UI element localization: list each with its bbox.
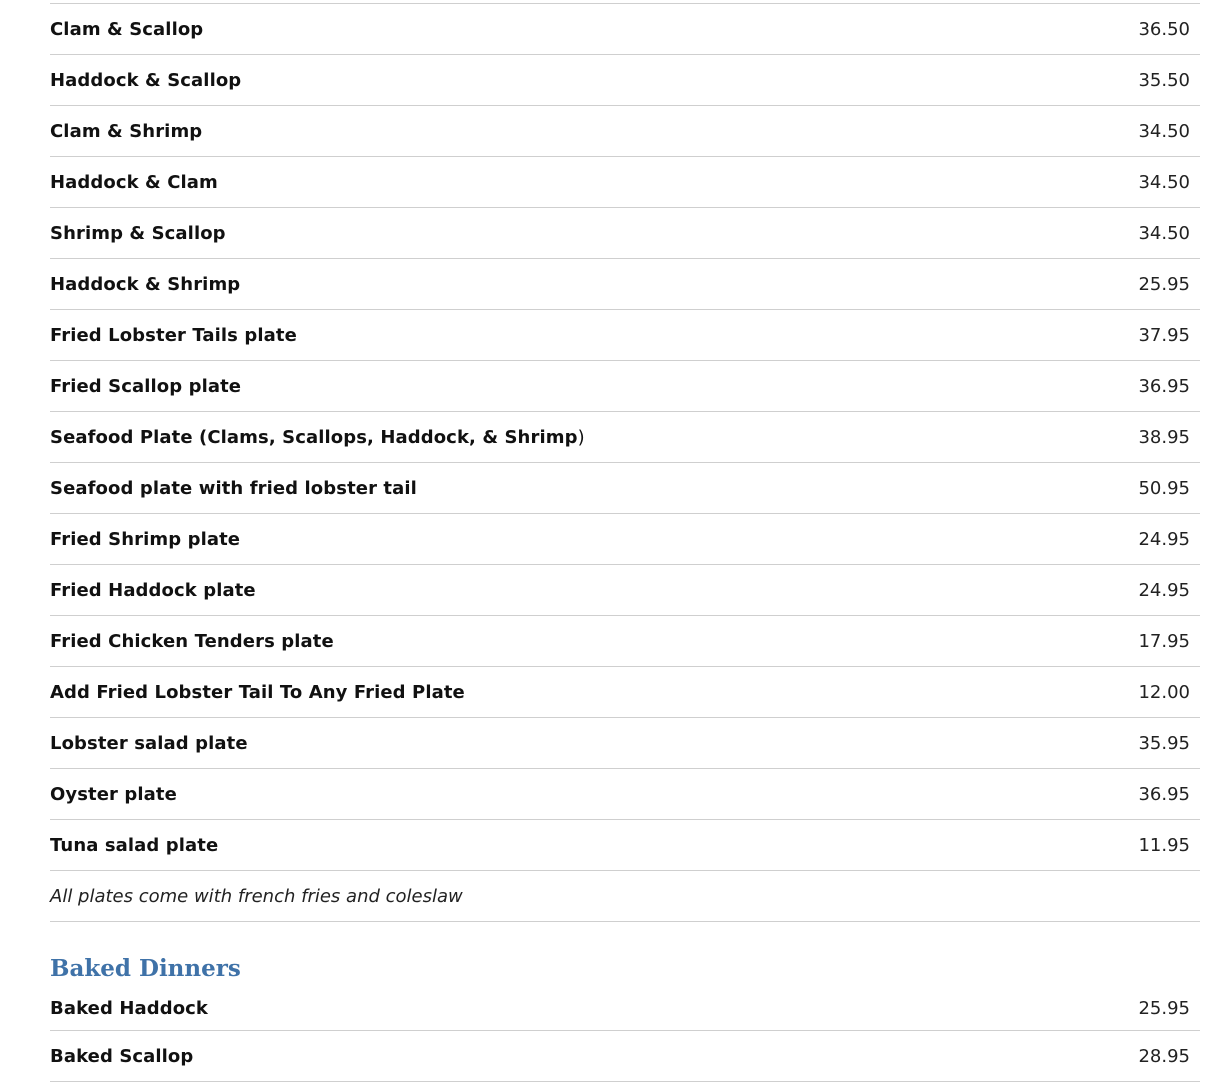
item-name: Oyster plate <box>50 783 177 805</box>
item-name: Seafood Plate (Clams, Scallops, Haddock,… <box>50 426 578 448</box>
item-price: 28.95 <box>1138 1045 1190 1067</box>
menu-item: Lobster salad plate 35.95 <box>50 718 1200 769</box>
baked-dinners-list: Baked Haddock 25.95 Baked Scallop 28.95 <box>50 986 1200 1082</box>
item-name: Fried Haddock plate <box>50 579 256 601</box>
menu-item: Fried Chicken Tenders plate 17.95 <box>50 616 1200 667</box>
item-name: Lobster salad plate <box>50 732 248 754</box>
item-name: Baked Haddock <box>50 997 209 1019</box>
menu-item: Oyster plate 36.95 <box>50 769 1200 820</box>
menu-item: Fried Shrimp plate 24.95 <box>50 514 1200 565</box>
item-price: 50.95 <box>1138 477 1190 499</box>
menu-item: Haddock & Shrimp 25.95 <box>50 259 1200 310</box>
menu-list: Clam & Scallop 36.50 Haddock & Scallop 3… <box>50 0 1200 1082</box>
item-name: Clam & Scallop <box>50 18 204 40</box>
menu-item: Baked Scallop 28.95 <box>50 1031 1200 1082</box>
menu-item: Haddock & Clam 34.50 <box>50 157 1200 208</box>
item-price: 38.95 <box>1138 426 1190 448</box>
item-name: Fried Shrimp plate <box>50 528 241 550</box>
item-price: 24.95 <box>1138 579 1190 601</box>
item-name-suffix: ) <box>577 426 585 448</box>
menu-item: Add Fried Lobster Tail To Any Fried Plat… <box>50 667 1200 718</box>
item-price: 36.50 <box>1138 18 1190 40</box>
item-price: 35.50 <box>1138 69 1190 91</box>
item-name: Tuna salad plate <box>50 834 219 856</box>
item-name: Seafood plate with fried lobster tail <box>50 477 417 499</box>
menu-item: Clam & Shrimp 34.50 <box>50 106 1200 157</box>
menu-item: Fried Haddock plate 24.95 <box>50 565 1200 616</box>
item-name: Haddock & Scallop <box>50 69 242 91</box>
menu-item: Baked Haddock 25.95 <box>50 986 1200 1031</box>
item-name-wrap: Seafood Plate (Clams, Scallops, Haddock,… <box>50 427 585 448</box>
item-price: 11.95 <box>1138 834 1190 856</box>
item-price: 25.95 <box>1138 273 1190 295</box>
item-price: 36.95 <box>1138 783 1190 805</box>
item-price: 34.50 <box>1138 222 1190 244</box>
menu-item: Clam & Scallop 36.50 <box>50 4 1200 55</box>
item-name: Baked Scallop <box>50 1045 194 1067</box>
section-title-baked-dinners: Baked Dinners <box>50 955 241 982</box>
item-name: Haddock & Shrimp <box>50 273 241 295</box>
item-name: Clam & Shrimp <box>50 120 203 142</box>
item-name: Add Fried Lobster Tail To Any Fried Plat… <box>50 681 465 703</box>
menu-item: Haddock & Scallop 35.50 <box>50 55 1200 106</box>
item-price: 24.95 <box>1138 528 1190 550</box>
plates-note: All plates come with french fries and co… <box>50 871 1200 922</box>
item-name: Fried Scallop plate <box>50 375 242 397</box>
menu-item: Seafood plate with fried lobster tail 50… <box>50 463 1200 514</box>
item-price: 35.95 <box>1138 732 1190 754</box>
menu-item: Shrimp & Scallop 34.50 <box>50 208 1200 259</box>
item-price: 36.95 <box>1138 375 1190 397</box>
item-price: 12.00 <box>1138 681 1190 703</box>
item-name: Fried Chicken Tenders plate <box>50 630 334 652</box>
item-price: 34.50 <box>1138 120 1190 142</box>
menu-item: Seafood Plate (Clams, Scallops, Haddock,… <box>50 412 1200 463</box>
item-name: Shrimp & Scallop <box>50 222 226 244</box>
menu-item: Fried Scallop plate 36.95 <box>50 361 1200 412</box>
menu-item: Tuna salad plate 11.95 <box>50 820 1200 871</box>
item-price: 17.95 <box>1138 630 1190 652</box>
item-name: Fried Lobster Tails plate <box>50 324 297 346</box>
item-price: 37.95 <box>1138 324 1190 346</box>
item-price: 25.95 <box>1138 997 1190 1019</box>
item-name: Haddock & Clam <box>50 171 218 193</box>
item-price: 34.50 <box>1138 171 1190 193</box>
menu-item: Fried Lobster Tails plate 37.95 <box>50 310 1200 361</box>
